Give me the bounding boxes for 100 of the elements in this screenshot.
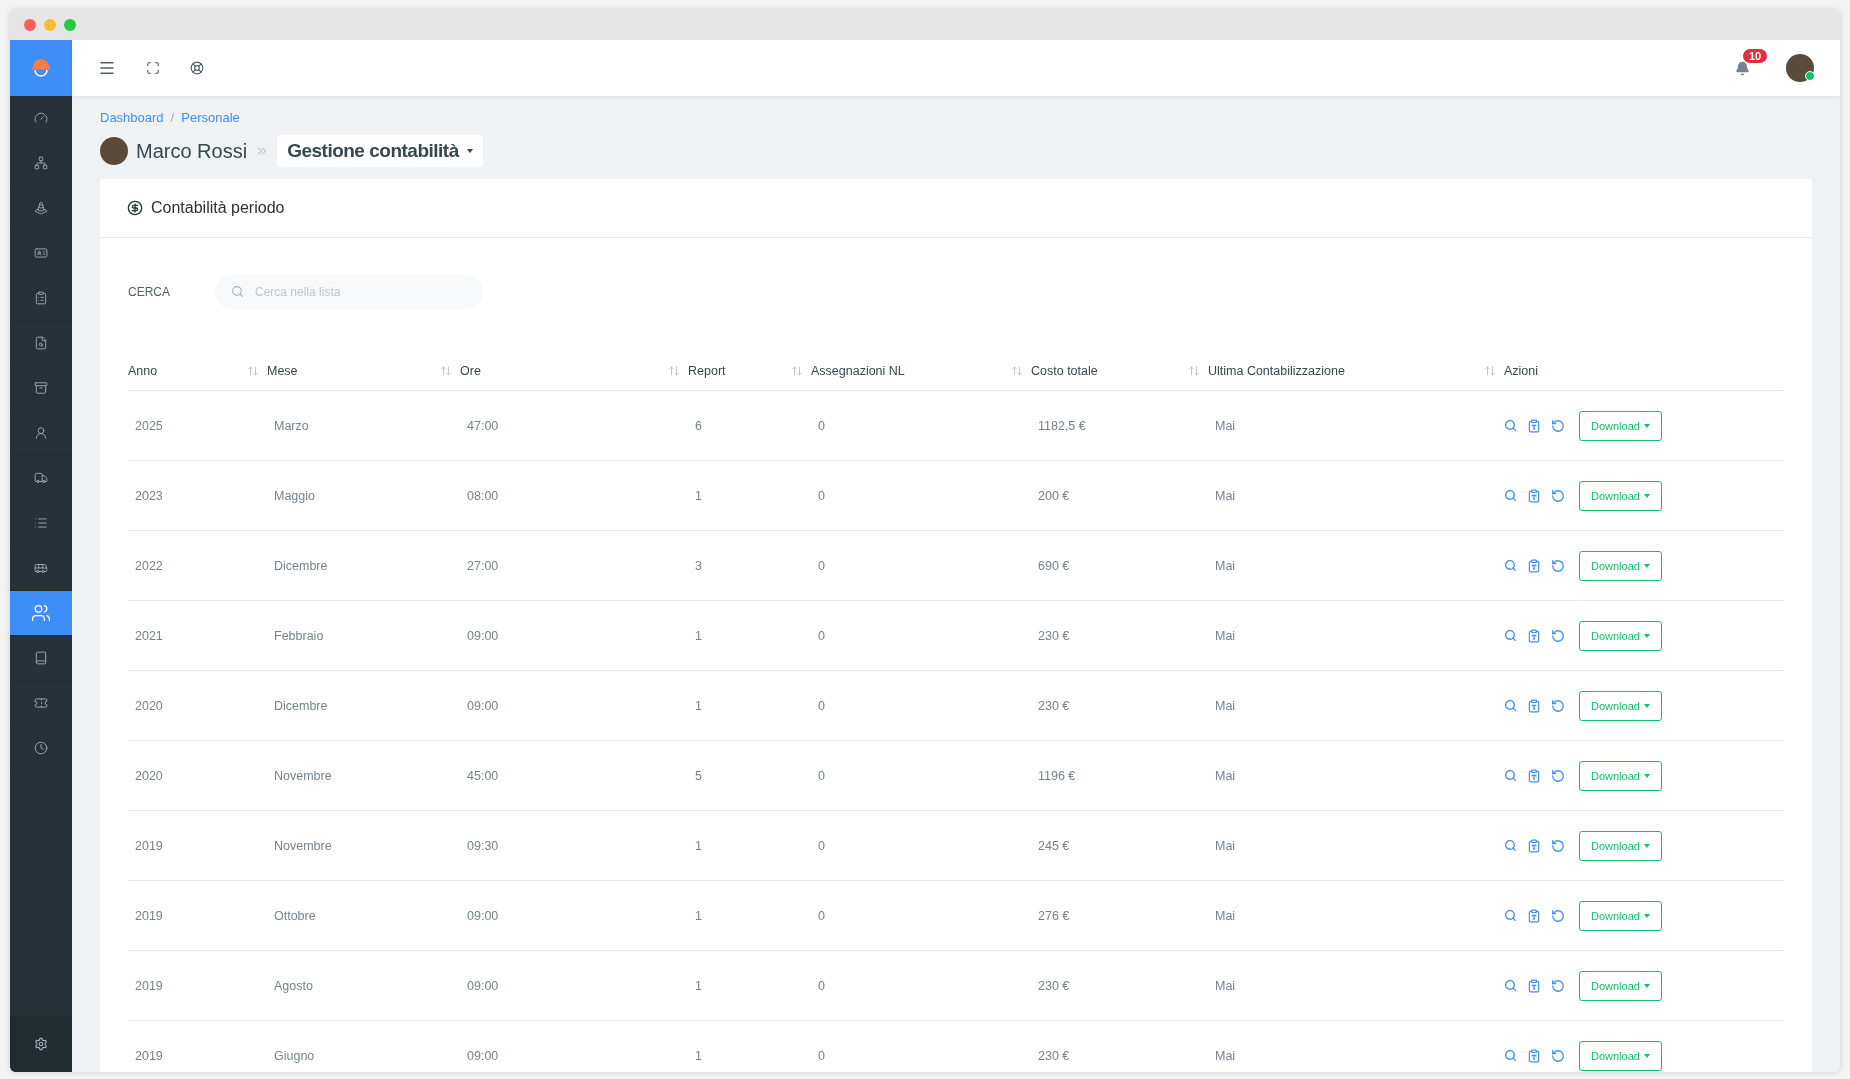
sort-icon[interactable] — [440, 365, 452, 377]
column-header[interactable]: Ore — [460, 364, 481, 378]
table-cell: 0 — [818, 908, 825, 923]
column-header[interactable]: Anno — [128, 364, 158, 378]
table-cell: 45:00 — [467, 768, 499, 783]
undo-icon[interactable] — [1551, 1048, 1565, 1063]
clipboard-icon[interactable] — [1527, 908, 1541, 923]
download-dropdown-button[interactable]: Download — [1579, 760, 1662, 791]
sort-icon[interactable] — [668, 365, 680, 377]
table-cell: 1 — [695, 978, 702, 993]
clipboard-icon[interactable] — [1527, 418, 1541, 433]
search-icon[interactable] — [1504, 769, 1517, 782]
id-card-icon — [34, 246, 48, 260]
download-dropdown-button[interactable]: Download — [1579, 830, 1662, 861]
breadcrumb-link[interactable]: Dashboard — [100, 110, 164, 125]
column-header[interactable]: Assegnazioni NL — [811, 364, 905, 378]
search-icon[interactable] — [1504, 489, 1517, 502]
clipboard-icon[interactable] — [1527, 628, 1541, 643]
table-cell: 690 € — [1038, 558, 1070, 573]
download-dropdown-button[interactable]: Download — [1579, 970, 1662, 1001]
breadcrumb-link[interactable]: Personale — [181, 110, 240, 125]
maximize-window-icon[interactable] — [64, 19, 76, 31]
table-cell: 09:00 — [467, 628, 499, 643]
table-cell: Mai — [1215, 488, 1236, 503]
search-icon[interactable] — [1504, 839, 1517, 852]
download-dropdown-button[interactable]: Download — [1579, 690, 1662, 721]
close-window-icon[interactable] — [24, 19, 36, 31]
download-dropdown-button[interactable]: Download — [1579, 900, 1662, 931]
user-avatar[interactable] — [1786, 54, 1814, 82]
sort-icon[interactable] — [1011, 365, 1023, 377]
checklist-icon — [34, 291, 48, 305]
users-icon — [31, 603, 51, 623]
table-cell: 0 — [818, 488, 825, 503]
column-header[interactable]: Mese — [267, 364, 298, 378]
download-dropdown-button[interactable]: Download — [1579, 550, 1662, 581]
column-header[interactable]: Costo totale — [1031, 364, 1098, 378]
table-cell: 47:00 — [467, 418, 499, 433]
download-dropdown-button[interactable]: Download — [1579, 410, 1662, 441]
section-dropdown[interactable]: Gestione contabilità — [277, 135, 483, 167]
table-cell: Giugno — [274, 1048, 315, 1063]
table-cell: 6 — [695, 418, 702, 433]
sort-icon[interactable] — [1484, 365, 1496, 377]
sidebar-item[interactable] — [10, 591, 72, 636]
undo-icon[interactable] — [1551, 838, 1565, 853]
download-dropdown-button[interactable]: Download — [1579, 480, 1662, 511]
search-icon[interactable] — [1504, 559, 1517, 572]
table-cell: 1 — [695, 488, 702, 503]
file-search-icon — [34, 336, 48, 350]
search-icon[interactable] — [1504, 419, 1517, 432]
clipboard-icon[interactable] — [1527, 1048, 1541, 1063]
undo-icon[interactable] — [1551, 558, 1565, 573]
download-dropdown-button[interactable]: Download — [1579, 620, 1662, 651]
table-cell: 200 € — [1038, 488, 1070, 503]
sort-icon[interactable] — [247, 365, 259, 377]
table-cell: 2025 — [135, 418, 163, 433]
table-cell: Mai — [1215, 418, 1236, 433]
column-header[interactable]: Ultima Contabilizzazione — [1208, 364, 1345, 378]
table-cell: Maggio — [274, 488, 315, 503]
column-header[interactable]: Report — [688, 364, 726, 378]
search-icon[interactable] — [1504, 979, 1517, 992]
sort-icon[interactable] — [791, 365, 803, 377]
clipboard-icon[interactable] — [1527, 978, 1541, 993]
undo-icon[interactable] — [1551, 698, 1565, 713]
sort-icon[interactable] — [1188, 365, 1200, 377]
menu-icon[interactable] — [98, 59, 116, 77]
undo-icon[interactable] — [1551, 908, 1565, 923]
search-icon[interactable] — [1504, 1049, 1517, 1062]
table-cell: Dicembre — [274, 698, 328, 713]
table-cell: 230 € — [1038, 978, 1070, 993]
breadcrumb-separator: / — [170, 110, 175, 125]
table-cell: 1 — [695, 908, 702, 923]
search-icon[interactable] — [1504, 629, 1517, 642]
table-cell: Mai — [1215, 1048, 1236, 1063]
download-dropdown-button[interactable]: Download — [1579, 1040, 1662, 1071]
clipboard-icon[interactable] — [1527, 838, 1541, 853]
table-cell: 0 — [818, 558, 825, 573]
undo-icon[interactable] — [1551, 768, 1565, 783]
table-cell: 3 — [695, 558, 702, 573]
table-cell: Mai — [1215, 908, 1236, 923]
clipboard-icon[interactable] — [1527, 488, 1541, 503]
undo-icon[interactable] — [1551, 628, 1565, 643]
clipboard-icon[interactable] — [1527, 768, 1541, 783]
clipboard-icon[interactable] — [1527, 698, 1541, 713]
settings-button[interactable] — [10, 1016, 72, 1072]
table-cell: 0 — [818, 1048, 825, 1063]
table-cell: 1 — [695, 838, 702, 853]
fullscreen-icon[interactable] — [146, 61, 160, 75]
ticket-icon — [34, 696, 48, 710]
table-cell: Ottobre — [274, 908, 316, 923]
clipboard-icon[interactable] — [1527, 558, 1541, 573]
search-icon[interactable] — [1504, 699, 1517, 712]
search-icon[interactable] — [1504, 909, 1517, 922]
table-cell: 2020 — [135, 698, 163, 713]
undo-icon[interactable] — [1551, 978, 1565, 993]
network-icon — [34, 156, 48, 170]
lifebuoy-icon[interactable] — [190, 61, 204, 75]
search-label: CERCA — [128, 285, 170, 299]
undo-icon[interactable] — [1551, 488, 1565, 503]
undo-icon[interactable] — [1551, 418, 1565, 433]
table-cell: 2020 — [135, 768, 163, 783]
